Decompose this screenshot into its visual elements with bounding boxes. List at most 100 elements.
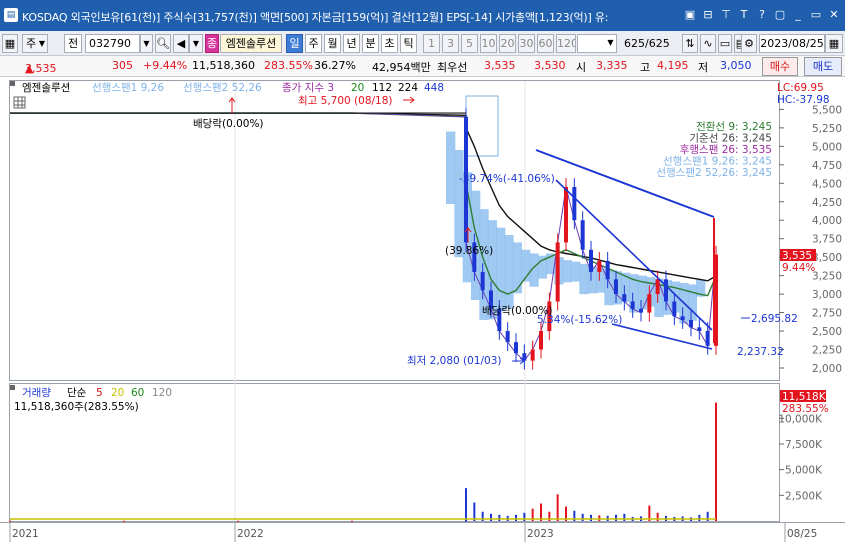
app-icon: ▤ xyxy=(4,8,18,22)
chevron-down-icon[interactable]: ▼ xyxy=(604,34,617,53)
best-ask-label: 최우선 xyxy=(437,61,468,74)
lock-icon[interactable]: ▦ xyxy=(2,34,18,53)
volume-ma-60: 60 xyxy=(131,387,144,399)
x-axis-label: 2023 xyxy=(527,528,554,540)
high-price: 4,195 xyxy=(657,59,689,72)
volume-ma-label: 단순 xyxy=(67,387,87,399)
change-percent: +9.44% xyxy=(143,59,188,72)
stock-code-input[interactable]: 032790 xyxy=(85,34,140,53)
candle-body xyxy=(514,342,518,354)
price-chart[interactable]: 5,500 5,250 5,000 4,750 4,500 4,250 4,000 3,750… xyxy=(0,78,845,542)
minimize-icon[interactable]: _ xyxy=(791,7,805,21)
volume-axis-label: 5,000K xyxy=(785,465,823,477)
text-icon[interactable]: T xyxy=(737,7,751,21)
minute-tab[interactable]: 20 xyxy=(499,34,516,53)
volume-bar xyxy=(623,513,626,521)
panel-menu-icon[interactable] xyxy=(10,81,15,86)
high-label: 고 xyxy=(640,61,651,74)
search-icon[interactable]: 🔍︎ xyxy=(155,34,171,53)
minute-tab[interactable]: 30 xyxy=(518,34,535,53)
minute-tab[interactable]: 3 xyxy=(442,34,459,53)
current-price-tag-text: 3,535 xyxy=(782,250,812,262)
price-axis-label: 3,000 xyxy=(812,289,842,301)
header-ma-1: 20 xyxy=(351,82,364,94)
chevron-down-icon[interactable]: ▼ xyxy=(140,34,153,53)
minute-tab[interactable]: 60 xyxy=(537,34,554,53)
cloud-segment xyxy=(479,209,489,320)
candle-body xyxy=(589,249,593,272)
quote-bar: 3,535 ▲ 305 +9.44% 11,518,360 283.55% 36… xyxy=(0,56,845,77)
minute-tab[interactable]: 120 xyxy=(556,34,576,53)
volume-bar xyxy=(523,512,526,521)
volume-bar xyxy=(581,513,584,521)
x-axis-label: 2022 xyxy=(237,528,264,540)
chevron-down-icon[interactable]: ▼ xyxy=(189,34,203,53)
period-tab[interactable]: 년 xyxy=(343,34,360,53)
date-input[interactable]: 2023/08/25 xyxy=(759,34,825,53)
grid-toggle-icon[interactable] xyxy=(13,96,26,109)
market-type[interactable]: 전 xyxy=(64,34,82,53)
legend-item: 후행스팬 26: 3,535 xyxy=(680,144,772,156)
market-select[interactable]: 주 ▼ xyxy=(22,34,48,53)
hc-value: HC:-37.98 xyxy=(777,94,830,106)
cloud-segment xyxy=(579,263,589,295)
volume-menu-icon[interactable] xyxy=(10,385,15,390)
volume-bar xyxy=(473,502,476,521)
window-icon[interactable]: ⊟ xyxy=(701,7,715,21)
period-tab[interactable]: 틱 xyxy=(400,34,417,53)
period-tab[interactable]: 주 xyxy=(305,34,322,53)
up-arrow-icon: ▲ xyxy=(25,62,34,75)
price-axis-label: 2,500 xyxy=(812,326,842,338)
close-icon[interactable]: ✕ xyxy=(827,7,841,21)
period-tab[interactable]: 월 xyxy=(324,34,341,53)
buy-button[interactable]: 매수 xyxy=(762,57,798,76)
candle-body xyxy=(505,331,510,343)
price-axis-label: 2,750 xyxy=(812,308,842,320)
period-tab[interactable]: 일 xyxy=(286,34,303,53)
help-icon[interactable]: ? xyxy=(755,7,769,21)
title-bar: ▤ KOSDAQ 외국인보유[61(천)] 주식수[31,757(천)] 액면[… xyxy=(0,0,845,31)
header-ma-label: 종가 지수 3 xyxy=(282,82,334,94)
period-tab[interactable]: 초 xyxy=(381,34,398,53)
volume-bar xyxy=(9,520,11,522)
window-icon[interactable]: ▣ xyxy=(683,7,697,21)
candle-body xyxy=(655,279,660,295)
trend-tool-icon[interactable]: ∿ xyxy=(700,34,716,53)
dividend-annotation: 배당락(0.00%) xyxy=(193,118,264,130)
volume-bar xyxy=(490,513,492,521)
candle-body xyxy=(697,327,702,332)
mid-percent-label: 5.34%(-15.62%) xyxy=(537,314,622,326)
price-axis-label: 4,750 xyxy=(812,160,842,172)
pin-icon[interactable]: ⊤ xyxy=(719,7,733,21)
window-icon[interactable]: ▢ xyxy=(773,7,787,21)
volume-axis-label: 10,000K xyxy=(778,413,823,425)
period-tab[interactable]: 분 xyxy=(362,34,379,53)
volume-bar xyxy=(656,512,659,521)
price-axis-label: 3,250 xyxy=(812,271,842,283)
candle-body xyxy=(539,331,543,350)
calendar-icon[interactable]: ▦ xyxy=(825,34,843,53)
candle-body xyxy=(664,279,668,302)
x-axis-label: 08/25 xyxy=(787,528,817,540)
save-icon[interactable]: ▭ xyxy=(718,34,732,53)
data-count: 625/625 xyxy=(624,37,670,50)
minute-tab[interactable]: 5 xyxy=(461,34,478,53)
settings-icon[interactable]: ⚙ xyxy=(741,34,757,53)
volume-bar xyxy=(515,514,517,521)
speaker-icon[interactable]: ◀ xyxy=(173,34,189,53)
trendline-upper-value: 2,695.82 xyxy=(751,313,798,325)
volume-current: 11,518,360주(283.55%) xyxy=(14,401,139,413)
minute-tab[interactable]: 10 xyxy=(480,34,497,53)
sell-button[interactable]: 매도 xyxy=(804,57,842,76)
volume-bar xyxy=(237,520,239,522)
restore-icon[interactable]: ▭ xyxy=(809,7,823,21)
high-annotation: 최고 5,700 (08/18) xyxy=(298,95,393,107)
price-axis-label: 2,250 xyxy=(812,345,842,357)
chart-tool-icon[interactable]: ⇅ xyxy=(682,34,698,53)
data-count-value: 625 xyxy=(624,37,645,50)
legend-item: 선행스팬1 9,26: 3,245 xyxy=(663,156,772,168)
minute-tab[interactable]: 1 xyxy=(423,34,440,53)
volume-bar xyxy=(598,515,601,521)
cloud-segment xyxy=(446,131,456,204)
candle-body xyxy=(572,186,577,221)
